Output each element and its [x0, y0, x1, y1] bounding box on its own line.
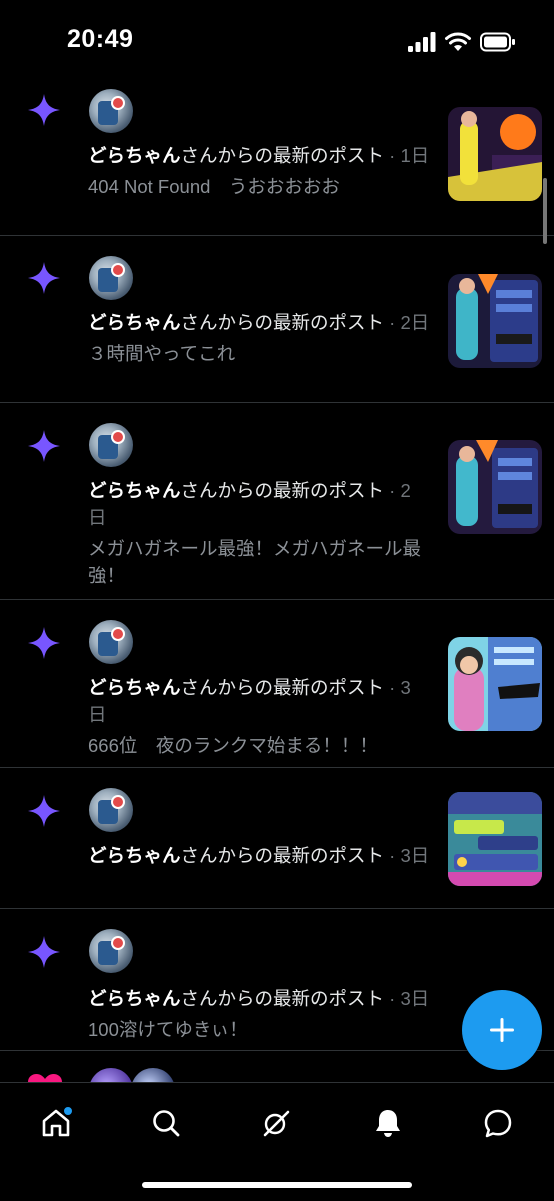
meta-separator: ·: [384, 312, 401, 333]
post-thumbnail[interactable]: [448, 107, 542, 201]
grok-icon: [263, 1110, 290, 1137]
notification-item[interactable]: どらちゃんさんからの最新のポスト · 3日: [0, 768, 554, 909]
meta-separator: ·: [384, 145, 401, 166]
notification-lead: さんからの最新のポスト: [180, 145, 385, 166]
post-snippet: メガハガネール最強！メガハガネール最強！: [88, 538, 422, 586]
tab-grok[interactable]: [256, 1103, 296, 1143]
post-thumbnail[interactable]: [448, 792, 542, 886]
author-name: どらちゃん: [88, 988, 181, 1009]
search-icon: [153, 1110, 180, 1137]
author-name: どらちゃん: [88, 312, 181, 333]
notification-feed: どらちゃんさんからの最新のポスト · 1日 404 Not Found うおおお…: [0, 82, 554, 1051]
status-time: 20:49: [67, 25, 134, 53]
notification-lead: さんからの最新のポスト: [180, 988, 385, 1009]
tab-search[interactable]: [146, 1103, 186, 1143]
post-thumbnail[interactable]: [448, 440, 542, 534]
notification-lead: さんからの最新のポスト: [180, 480, 385, 501]
avatar[interactable]: [131, 1068, 175, 1082]
wifi-icon: [445, 32, 471, 51]
avatar[interactable]: [89, 620, 133, 664]
tab-home[interactable]: [36, 1103, 76, 1143]
post-thumbnail[interactable]: [448, 274, 542, 368]
post-snippet: 404 Not Found うおおおおお: [88, 176, 340, 197]
avatar[interactable]: [89, 89, 133, 133]
avatar[interactable]: [89, 256, 133, 300]
plus-icon: [490, 1018, 514, 1042]
signal-icon: [408, 32, 436, 52]
home-badge: [62, 1105, 74, 1117]
sparkle-icon: [28, 627, 60, 659]
battery-icon: [480, 32, 515, 52]
avatar[interactable]: [89, 929, 133, 973]
sparkle-icon: [28, 94, 60, 126]
meta-separator: ·: [384, 480, 401, 501]
meta-separator: ·: [384, 845, 401, 866]
bell-icon: [376, 1110, 400, 1137]
post-age: 3日: [400, 988, 430, 1009]
sparkle-icon: [28, 936, 60, 968]
post-age: 1日: [400, 145, 430, 166]
notification-lead: さんからの最新のポスト: [180, 677, 385, 698]
status-icons: [408, 30, 516, 54]
post-snippet: 666位 夜のランクマ始まる！！！: [88, 735, 378, 756]
author-name: どらちゃん: [88, 845, 181, 866]
post-age: 2日: [400, 312, 430, 333]
avatar[interactable]: [89, 1068, 133, 1082]
avatar[interactable]: [89, 788, 133, 832]
post-thumbnail[interactable]: [448, 637, 542, 731]
notification-lead: さんからの最新のポスト: [180, 312, 385, 333]
scrollbar[interactable]: [543, 178, 547, 244]
notification-text: どらちゃんさんからの最新のポスト · 2日 メガハガネール最強！メガハガネール最…: [88, 477, 424, 589]
meta-separator: ·: [384, 988, 401, 1009]
notification-item[interactable]: どらちゃんさんからの最新のポスト · 3日 666位 夜のランクマ始まる！！！: [0, 600, 554, 768]
home-indicator: [142, 1182, 412, 1188]
sparkle-icon: [28, 430, 60, 462]
meta-separator: ·: [384, 677, 401, 698]
post-snippet: ３時間やってこれ: [88, 343, 236, 364]
heart-icon: [28, 1074, 62, 1082]
tab-messages[interactable]: [478, 1103, 518, 1143]
notification-text: どらちゃんさんからの最新のポスト · 1日 404 Not Found うおおお…: [88, 142, 440, 200]
notification-text: どらちゃんさんからの最新のポスト · 2日 ３時間やってこれ: [88, 309, 440, 367]
author-name: どらちゃん: [88, 677, 181, 698]
post-age: 3日: [400, 845, 430, 866]
sparkle-icon: [28, 262, 60, 294]
notification-item[interactable]: どらちゃんさんからの最新のポスト · 2日 メガハガネール最強！メガハガネール最…: [0, 403, 554, 600]
author-name: どらちゃん: [88, 145, 181, 166]
notification-text: どらちゃんさんからの最新のポスト · 3日 666位 夜のランクマ始まる！！！: [88, 674, 424, 759]
notification-item[interactable]: どらちゃんさんからの最新のポスト · 2日 ３時間やってこれ: [0, 236, 554, 403]
tab-notifications[interactable]: [368, 1103, 408, 1143]
compose-button[interactable]: [462, 990, 542, 1070]
notification-lead: さんからの最新のポスト: [180, 845, 385, 866]
status-bar: 20:49: [0, 0, 554, 82]
sparkle-icon: [28, 795, 60, 827]
notification-item[interactable]: どらちゃんさんからの最新のポスト · 1日 404 Not Found うおおお…: [0, 82, 554, 236]
avatar[interactable]: [89, 423, 133, 467]
notification-text: どらちゃんさんからの最新のポスト · 3日: [88, 842, 440, 869]
message-icon: [484, 1109, 512, 1138]
author-name: どらちゃん: [88, 480, 181, 501]
